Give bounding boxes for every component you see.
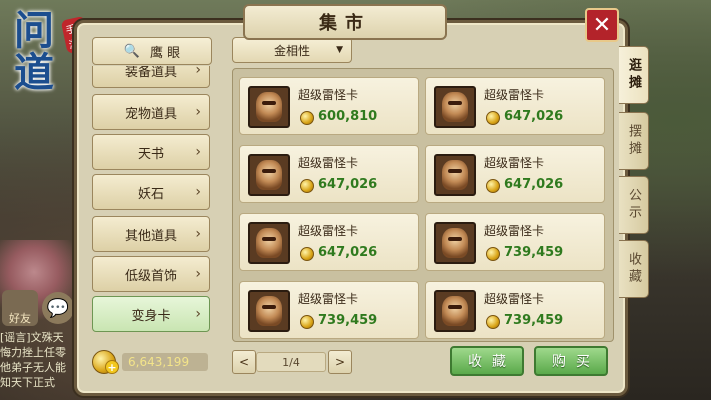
item-price: 647,026: [504, 177, 564, 192]
currency-amount: 6,643,199: [122, 353, 208, 371]
coin-icon: [300, 315, 314, 329]
monster-card-icon: [248, 290, 290, 332]
coin-icon: [300, 111, 314, 125]
category-label: 其他道具: [124, 228, 177, 244]
filter-selected: 金相性: [273, 43, 310, 58]
chevron-right-icon: ›: [195, 66, 201, 78]
item-card[interactable]: 超级雷怪卡 647,026: [425, 77, 605, 135]
friend-label: 好友: [9, 312, 31, 325]
monster-card-icon: [434, 222, 476, 264]
category-item[interactable]: 妖石 ›: [92, 174, 210, 210]
favorite-button[interactable]: 收藏: [450, 346, 524, 376]
monster-card-icon: [434, 86, 476, 128]
coin-icon: [486, 247, 500, 261]
item-card[interactable]: 超级雷怪卡 739,459: [239, 281, 419, 339]
monster-card-icon: [248, 86, 290, 128]
tab-sell[interactable]: 摆摊: [619, 112, 649, 170]
item-price: 600,810: [318, 109, 378, 124]
item-card[interactable]: 超级雷怪卡 647,026: [425, 145, 605, 203]
item-name: 超级雷怪卡: [298, 292, 359, 306]
friend-button[interactable]: 好友: [2, 290, 38, 326]
category-item-active[interactable]: 变身卡 ›: [92, 296, 210, 332]
item-grid: 超级雷怪卡 600,810 超级雷怪卡 647,026 超级雷怪卡 647,02…: [232, 68, 614, 342]
item-card[interactable]: 超级雷怪卡 739,459: [425, 213, 605, 271]
chevron-right-icon: ›: [195, 184, 201, 200]
category-label: 变身卡: [131, 308, 171, 324]
item-name: 超级雷怪卡: [298, 88, 359, 102]
category-item[interactable]: 装备道具 ›: [92, 66, 210, 88]
coin-icon: [300, 179, 314, 193]
item-name: 超级雷怪卡: [484, 224, 545, 238]
chevron-right-icon: ›: [195, 266, 201, 282]
monster-card-icon: [248, 222, 290, 264]
category-item[interactable]: 天书 ›: [92, 134, 210, 170]
item-card[interactable]: 超级雷怪卡 600,810: [239, 77, 419, 135]
item-name: 超级雷怪卡: [484, 88, 545, 102]
item-name: 超级雷怪卡: [298, 224, 359, 238]
tab-browse[interactable]: 逛摊: [619, 46, 649, 104]
item-card[interactable]: 超级雷怪卡 647,026: [239, 213, 419, 271]
category-item[interactable]: 低级首饰 ›: [92, 256, 210, 292]
dropdown-arrow-icon: ▼: [336, 45, 343, 55]
category-item[interactable]: 其他道具 ›: [92, 216, 210, 252]
category-item[interactable]: 宠物道具 ›: [92, 94, 210, 130]
search-button[interactable]: 🔍 鹰 眼: [92, 37, 212, 65]
coin-icon: [300, 247, 314, 261]
category-label: 妖石: [137, 186, 164, 202]
chevron-right-icon: ›: [195, 104, 201, 120]
item-price: 739,459: [318, 313, 378, 328]
coin-icon: [486, 315, 500, 329]
next-page-button[interactable]: >: [328, 350, 352, 374]
item-card[interactable]: 超级雷怪卡 739,459: [425, 281, 605, 339]
chevron-right-icon: ›: [195, 144, 201, 160]
category-label: 低级首饰: [124, 268, 177, 284]
search-icon: 🔍: [123, 43, 141, 59]
chevron-right-icon: ›: [195, 226, 201, 242]
item-price: 647,026: [504, 109, 564, 124]
tab-favorites[interactable]: 收藏: [619, 240, 649, 298]
item-price: 739,459: [504, 313, 564, 328]
prev-page-button[interactable]: <: [232, 350, 256, 374]
buy-button[interactable]: 购买: [534, 346, 608, 376]
item-card[interactable]: 超级雷怪卡 647,026: [239, 145, 419, 203]
category-label: 装备道具: [124, 66, 177, 80]
chat-bubble-icon[interactable]: 💬: [42, 292, 74, 324]
add-currency-button[interactable]: +: [105, 360, 119, 374]
coin-icon: [486, 111, 500, 125]
item-name: 超级雷怪卡: [484, 292, 545, 306]
monster-card-icon: [434, 290, 476, 332]
currency-display: 6,643,199 +: [92, 350, 210, 374]
item-name: 超级雷怪卡: [484, 156, 545, 170]
attribute-filter-dropdown[interactable]: 金相性 ▼: [232, 37, 352, 63]
monster-card-icon: [434, 154, 476, 196]
item-price: 739,459: [504, 245, 564, 260]
search-label: 鹰 眼: [150, 45, 181, 61]
chevron-right-icon: ›: [195, 306, 201, 322]
page-indicator: 1/4: [256, 352, 326, 372]
item-name: 超级雷怪卡: [298, 156, 359, 170]
window-title: 集市: [243, 4, 447, 40]
item-price: 647,026: [318, 177, 378, 192]
monster-card-icon: [248, 154, 290, 196]
item-price: 647,026: [318, 245, 378, 260]
category-label: 天书: [137, 146, 164, 162]
close-button[interactable]: ✕: [585, 8, 619, 42]
coin-icon: [486, 179, 500, 193]
tab-notice[interactable]: 公示: [619, 176, 649, 234]
category-label: 宠物道具: [124, 106, 177, 122]
category-list[interactable]: 装备道具 › 宠物道具 › 天书 › 妖石 › 其他道具 › 低级首饰 › 变身卡 ›: [92, 66, 210, 340]
